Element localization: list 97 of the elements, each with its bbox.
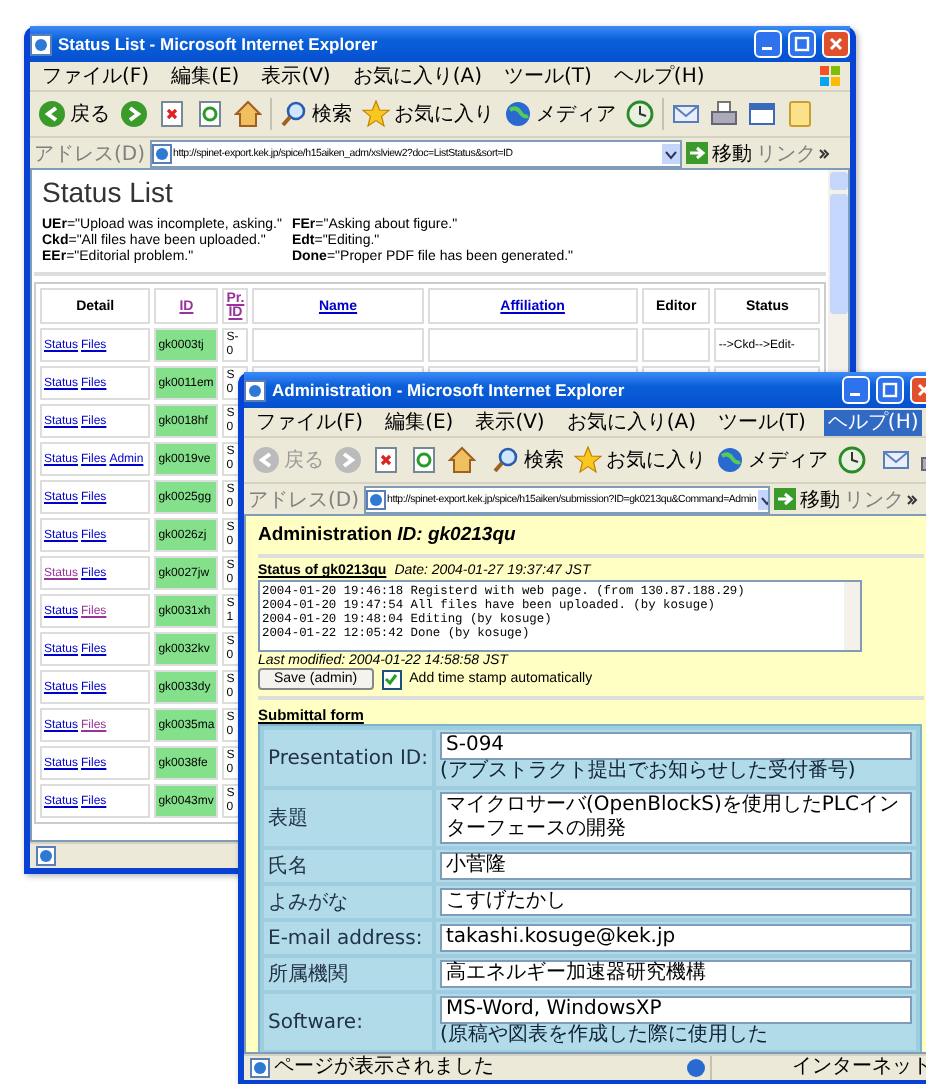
field-note: (アブストラクト提出でお知らせした受付番号) bbox=[440, 760, 858, 784]
edit-button[interactable] bbox=[746, 100, 778, 128]
page-icon bbox=[30, 33, 52, 55]
refresh-button[interactable] bbox=[194, 100, 226, 128]
stop-icon bbox=[158, 100, 186, 128]
favorites-button[interactable]: お気に入り bbox=[572, 446, 708, 474]
printer-icon bbox=[710, 100, 738, 128]
back-button[interactable]: 戻る bbox=[36, 100, 112, 128]
form-label: Software: bbox=[264, 994, 432, 1050]
mail-button[interactable] bbox=[880, 446, 912, 474]
form-label: 表題 bbox=[264, 790, 432, 846]
menu-item[interactable]: お気に入り(A) bbox=[348, 63, 486, 89]
note-icon bbox=[786, 100, 814, 128]
search-icon bbox=[492, 446, 520, 474]
menu-item[interactable]: 編集(E) bbox=[381, 409, 458, 435]
star-icon bbox=[574, 446, 602, 474]
home-icon bbox=[234, 100, 262, 128]
page-icon bbox=[250, 1058, 270, 1078]
menu-item[interactable]: ファイル(F) bbox=[38, 63, 154, 89]
minimize-button[interactable] bbox=[754, 30, 782, 58]
maximize-icon bbox=[882, 382, 898, 398]
media-button[interactable]: メディア bbox=[714, 446, 830, 474]
home-button[interactable] bbox=[232, 100, 264, 128]
chevron-icon bbox=[818, 145, 830, 161]
input-field[interactable]: takashi.kosuge@kek.jp bbox=[440, 924, 912, 952]
page-icon bbox=[36, 846, 56, 866]
chevron-icon bbox=[906, 491, 918, 507]
input-field[interactable]: MS-Word, WindowsXP bbox=[440, 996, 912, 1024]
scroll-thumb[interactable] bbox=[829, 194, 847, 314]
field-note: (原稿や図表を作成した際に使用した bbox=[440, 1024, 770, 1048]
input-field[interactable]: 小菅隆 bbox=[440, 852, 912, 880]
window-title: Status List - Microsoft Internet Explorer bbox=[58, 34, 378, 54]
refresh-icon bbox=[410, 446, 438, 474]
close-button[interactable] bbox=[822, 30, 850, 58]
envelope-icon bbox=[882, 446, 910, 474]
window-title: Administration - Microsoft Internet Explorer bbox=[272, 380, 625, 400]
arrow-icon bbox=[686, 142, 708, 164]
stop-button[interactable] bbox=[156, 100, 188, 128]
form-label: よみがな bbox=[264, 886, 432, 918]
stop-icon bbox=[372, 446, 400, 474]
refresh-icon bbox=[196, 100, 224, 128]
input-field[interactable]: こすげたかし bbox=[440, 888, 912, 916]
page-icon bbox=[365, 489, 386, 509]
page-heading: Administration ID: gk0213qu bbox=[258, 524, 518, 546]
history-button[interactable] bbox=[836, 446, 868, 474]
search-button[interactable]: 検索 bbox=[490, 446, 566, 474]
envelope-icon bbox=[672, 100, 700, 128]
form-label: 所属機関 bbox=[264, 958, 432, 990]
input-field[interactable]: マイクロサーバ(OpenBlockS)を使用したPLCインターフェースの開発 bbox=[440, 792, 912, 844]
star-icon bbox=[362, 100, 390, 128]
menu-item[interactable]: ツール(T) bbox=[500, 63, 596, 89]
mail-button[interactable] bbox=[670, 100, 702, 128]
flag-logo-icon bbox=[818, 64, 842, 88]
form-label: Presentation ID: bbox=[264, 730, 432, 786]
forward-button[interactable] bbox=[118, 100, 150, 128]
history-button[interactable] bbox=[624, 100, 656, 128]
form-label: 氏名 bbox=[264, 850, 432, 882]
home-icon bbox=[448, 446, 476, 474]
menu-item[interactable]: お気に入り(A) bbox=[562, 409, 700, 435]
search-icon bbox=[280, 100, 308, 128]
go-button[interactable]: 移動 bbox=[774, 485, 840, 513]
go-button[interactable]: 移動 bbox=[686, 139, 752, 167]
refresh-button[interactable] bbox=[408, 446, 440, 474]
stop-button[interactable] bbox=[370, 446, 402, 474]
table-cell bbox=[641, 328, 711, 362]
page-icon bbox=[151, 143, 172, 163]
menu-item[interactable]: ファイル(F) bbox=[252, 409, 368, 435]
search-button[interactable]: 検索 bbox=[278, 100, 354, 128]
minimize-button[interactable] bbox=[842, 376, 870, 404]
page-icon bbox=[244, 379, 266, 401]
menu-item[interactable]: 表示(V) bbox=[257, 63, 335, 89]
status-text: ページが表示されました bbox=[274, 1056, 494, 1080]
close-icon bbox=[828, 36, 844, 52]
media-button[interactable]: メディア bbox=[502, 100, 618, 128]
dropdown-icon bbox=[662, 143, 680, 163]
print-button[interactable] bbox=[708, 100, 740, 128]
input-field[interactable]: 高エネルギー加速器研究機構 bbox=[440, 960, 912, 988]
menu-item[interactable]: ヘルプ(H) bbox=[609, 63, 709, 89]
maximize-button[interactable] bbox=[788, 30, 816, 58]
maximize-button[interactable] bbox=[876, 376, 904, 404]
menu-item[interactable]: 表示(V) bbox=[471, 409, 549, 435]
address-label: アドレス(D) bbox=[248, 487, 360, 513]
address-label: アドレス(D) bbox=[34, 141, 146, 167]
maximize-icon bbox=[794, 36, 810, 52]
form-label: E-mail address: bbox=[264, 922, 432, 954]
favorites-button[interactable]: お気に入り bbox=[360, 100, 496, 128]
window-icon bbox=[748, 100, 776, 128]
input-field[interactable]: S-094 bbox=[440, 732, 912, 760]
arrow-icon bbox=[774, 488, 796, 510]
home-button[interactable] bbox=[446, 446, 478, 474]
page-heading: Status List bbox=[42, 176, 175, 208]
checkbox[interactable] bbox=[381, 669, 402, 689]
menu-item[interactable]: 編集(E) bbox=[167, 63, 244, 89]
clock-icon bbox=[626, 100, 654, 128]
clock-icon bbox=[838, 446, 866, 474]
menu-item[interactable]: ヘルプ(H) bbox=[823, 409, 923, 435]
menu-item[interactable]: ツール(T) bbox=[714, 409, 810, 435]
